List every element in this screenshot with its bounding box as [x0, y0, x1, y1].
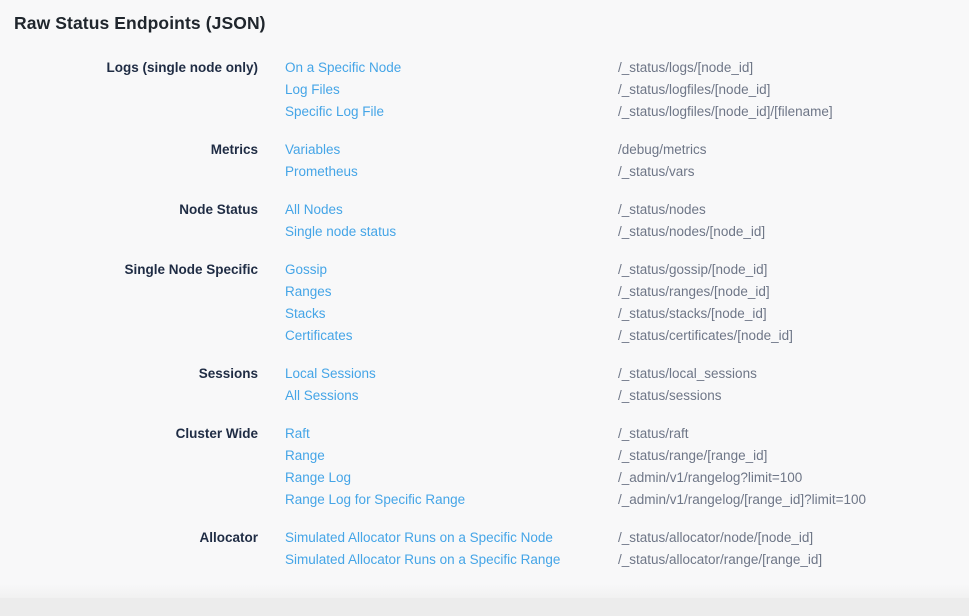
paths-column: /_status/raft /_status/range/[range_id] … [618, 423, 969, 511]
endpoint-path: /_status/ranges/[node_id] [618, 281, 969, 303]
endpoint-link[interactable]: Range Log [285, 467, 351, 489]
endpoint-path: /_status/raft [618, 423, 969, 445]
category-label: Node Status [0, 199, 258, 221]
endpoint-path: /_status/logfiles/[node_id]/[filename] [618, 101, 969, 123]
paths-column: /_status/logs/[node_id] /_status/logfile… [618, 57, 969, 123]
endpoint-link[interactable]: Range Log for Specific Range [285, 489, 465, 511]
endpoint-group-logs: Logs (single node only) On a Specific No… [0, 57, 969, 123]
endpoint-group-single-node-specific: Single Node Specific Gossip Ranges Stack… [0, 259, 969, 347]
endpoint-link[interactable]: Gossip [285, 259, 327, 281]
endpoint-link[interactable]: All Nodes [285, 199, 343, 221]
endpoint-path: /_status/sessions [618, 385, 969, 407]
page-title: Raw Status Endpoints (JSON) [14, 13, 969, 34]
endpoint-link[interactable]: On a Specific Node [285, 57, 401, 79]
endpoint-link[interactable]: Specific Log File [285, 101, 384, 123]
endpoint-path: /_status/logs/[node_id] [618, 57, 969, 79]
endpoint-link[interactable]: Log Files [285, 79, 340, 101]
endpoint-path: /_status/certificates/[node_id] [618, 325, 969, 347]
paths-column: /_status/allocator/node/[node_id] /_stat… [618, 527, 969, 571]
paths-column: /debug/metrics /_status/vars [618, 139, 969, 183]
endpoint-path: /_status/nodes [618, 199, 969, 221]
endpoint-path: /_admin/v1/rangelog/[range_id]?limit=100 [618, 489, 969, 511]
links-column: All Nodes Single node status [258, 199, 618, 243]
endpoint-path: /_status/nodes/[node_id] [618, 221, 969, 243]
links-column: On a Specific Node Log Files Specific Lo… [258, 57, 618, 123]
endpoint-link[interactable]: Raft [285, 423, 310, 445]
links-column: Raft Range Range Log Range Log for Speci… [258, 423, 618, 511]
category-label: Cluster Wide [0, 423, 258, 445]
endpoint-path: /_status/allocator/node/[node_id] [618, 527, 969, 549]
category-label: Sessions [0, 363, 258, 385]
links-column: Variables Prometheus [258, 139, 618, 183]
endpoint-link[interactable]: Ranges [285, 281, 332, 303]
category-label: Metrics [0, 139, 258, 161]
endpoint-path: /_status/local_sessions [618, 363, 969, 385]
endpoint-link[interactable]: Variables [285, 139, 340, 161]
endpoint-link[interactable]: Simulated Allocator Runs on a Specific N… [285, 527, 553, 549]
links-column: Gossip Ranges Stacks Certificates [258, 259, 618, 347]
endpoint-path: /_status/allocator/range/[range_id] [618, 549, 969, 571]
endpoint-path: /_status/vars [618, 161, 969, 183]
endpoint-link[interactable]: Prometheus [285, 161, 358, 183]
endpoint-link[interactable]: Local Sessions [285, 363, 376, 385]
endpoint-path: /_status/range/[range_id] [618, 445, 969, 467]
endpoint-table: Logs (single node only) On a Specific No… [0, 57, 969, 571]
endpoint-group-metrics: Metrics Variables Prometheus /debug/metr… [0, 139, 969, 183]
endpoint-path: /_admin/v1/rangelog?limit=100 [618, 467, 969, 489]
endpoint-group-allocator: Allocator Simulated Allocator Runs on a … [0, 527, 969, 571]
paths-column: /_status/nodes /_status/nodes/[node_id] [618, 199, 969, 243]
links-column: Simulated Allocator Runs on a Specific N… [258, 527, 618, 571]
endpoint-link[interactable]: Stacks [285, 303, 326, 325]
endpoint-group-node-status: Node Status All Nodes Single node status… [0, 199, 969, 243]
endpoint-path: /_status/stacks/[node_id] [618, 303, 969, 325]
category-label: Logs (single node only) [0, 57, 258, 79]
footer-band [0, 598, 969, 616]
endpoint-link[interactable]: Simulated Allocator Runs on a Specific R… [285, 549, 560, 571]
endpoint-link[interactable]: All Sessions [285, 385, 359, 407]
paths-column: /_status/local_sessions /_status/session… [618, 363, 969, 407]
paths-column: /_status/gossip/[node_id] /_status/range… [618, 259, 969, 347]
category-label: Allocator [0, 527, 258, 549]
links-column: Local Sessions All Sessions [258, 363, 618, 407]
endpoint-group-sessions: Sessions Local Sessions All Sessions /_s… [0, 363, 969, 407]
category-label: Single Node Specific [0, 259, 258, 281]
endpoint-group-cluster-wide: Cluster Wide Raft Range Range Log Range … [0, 423, 969, 511]
endpoint-path: /debug/metrics [618, 139, 969, 161]
endpoint-path: /_status/logfiles/[node_id] [618, 79, 969, 101]
endpoint-link[interactable]: Single node status [285, 221, 396, 243]
endpoint-path: /_status/gossip/[node_id] [618, 259, 969, 281]
endpoint-link[interactable]: Certificates [285, 325, 353, 347]
endpoint-link[interactable]: Range [285, 445, 325, 467]
